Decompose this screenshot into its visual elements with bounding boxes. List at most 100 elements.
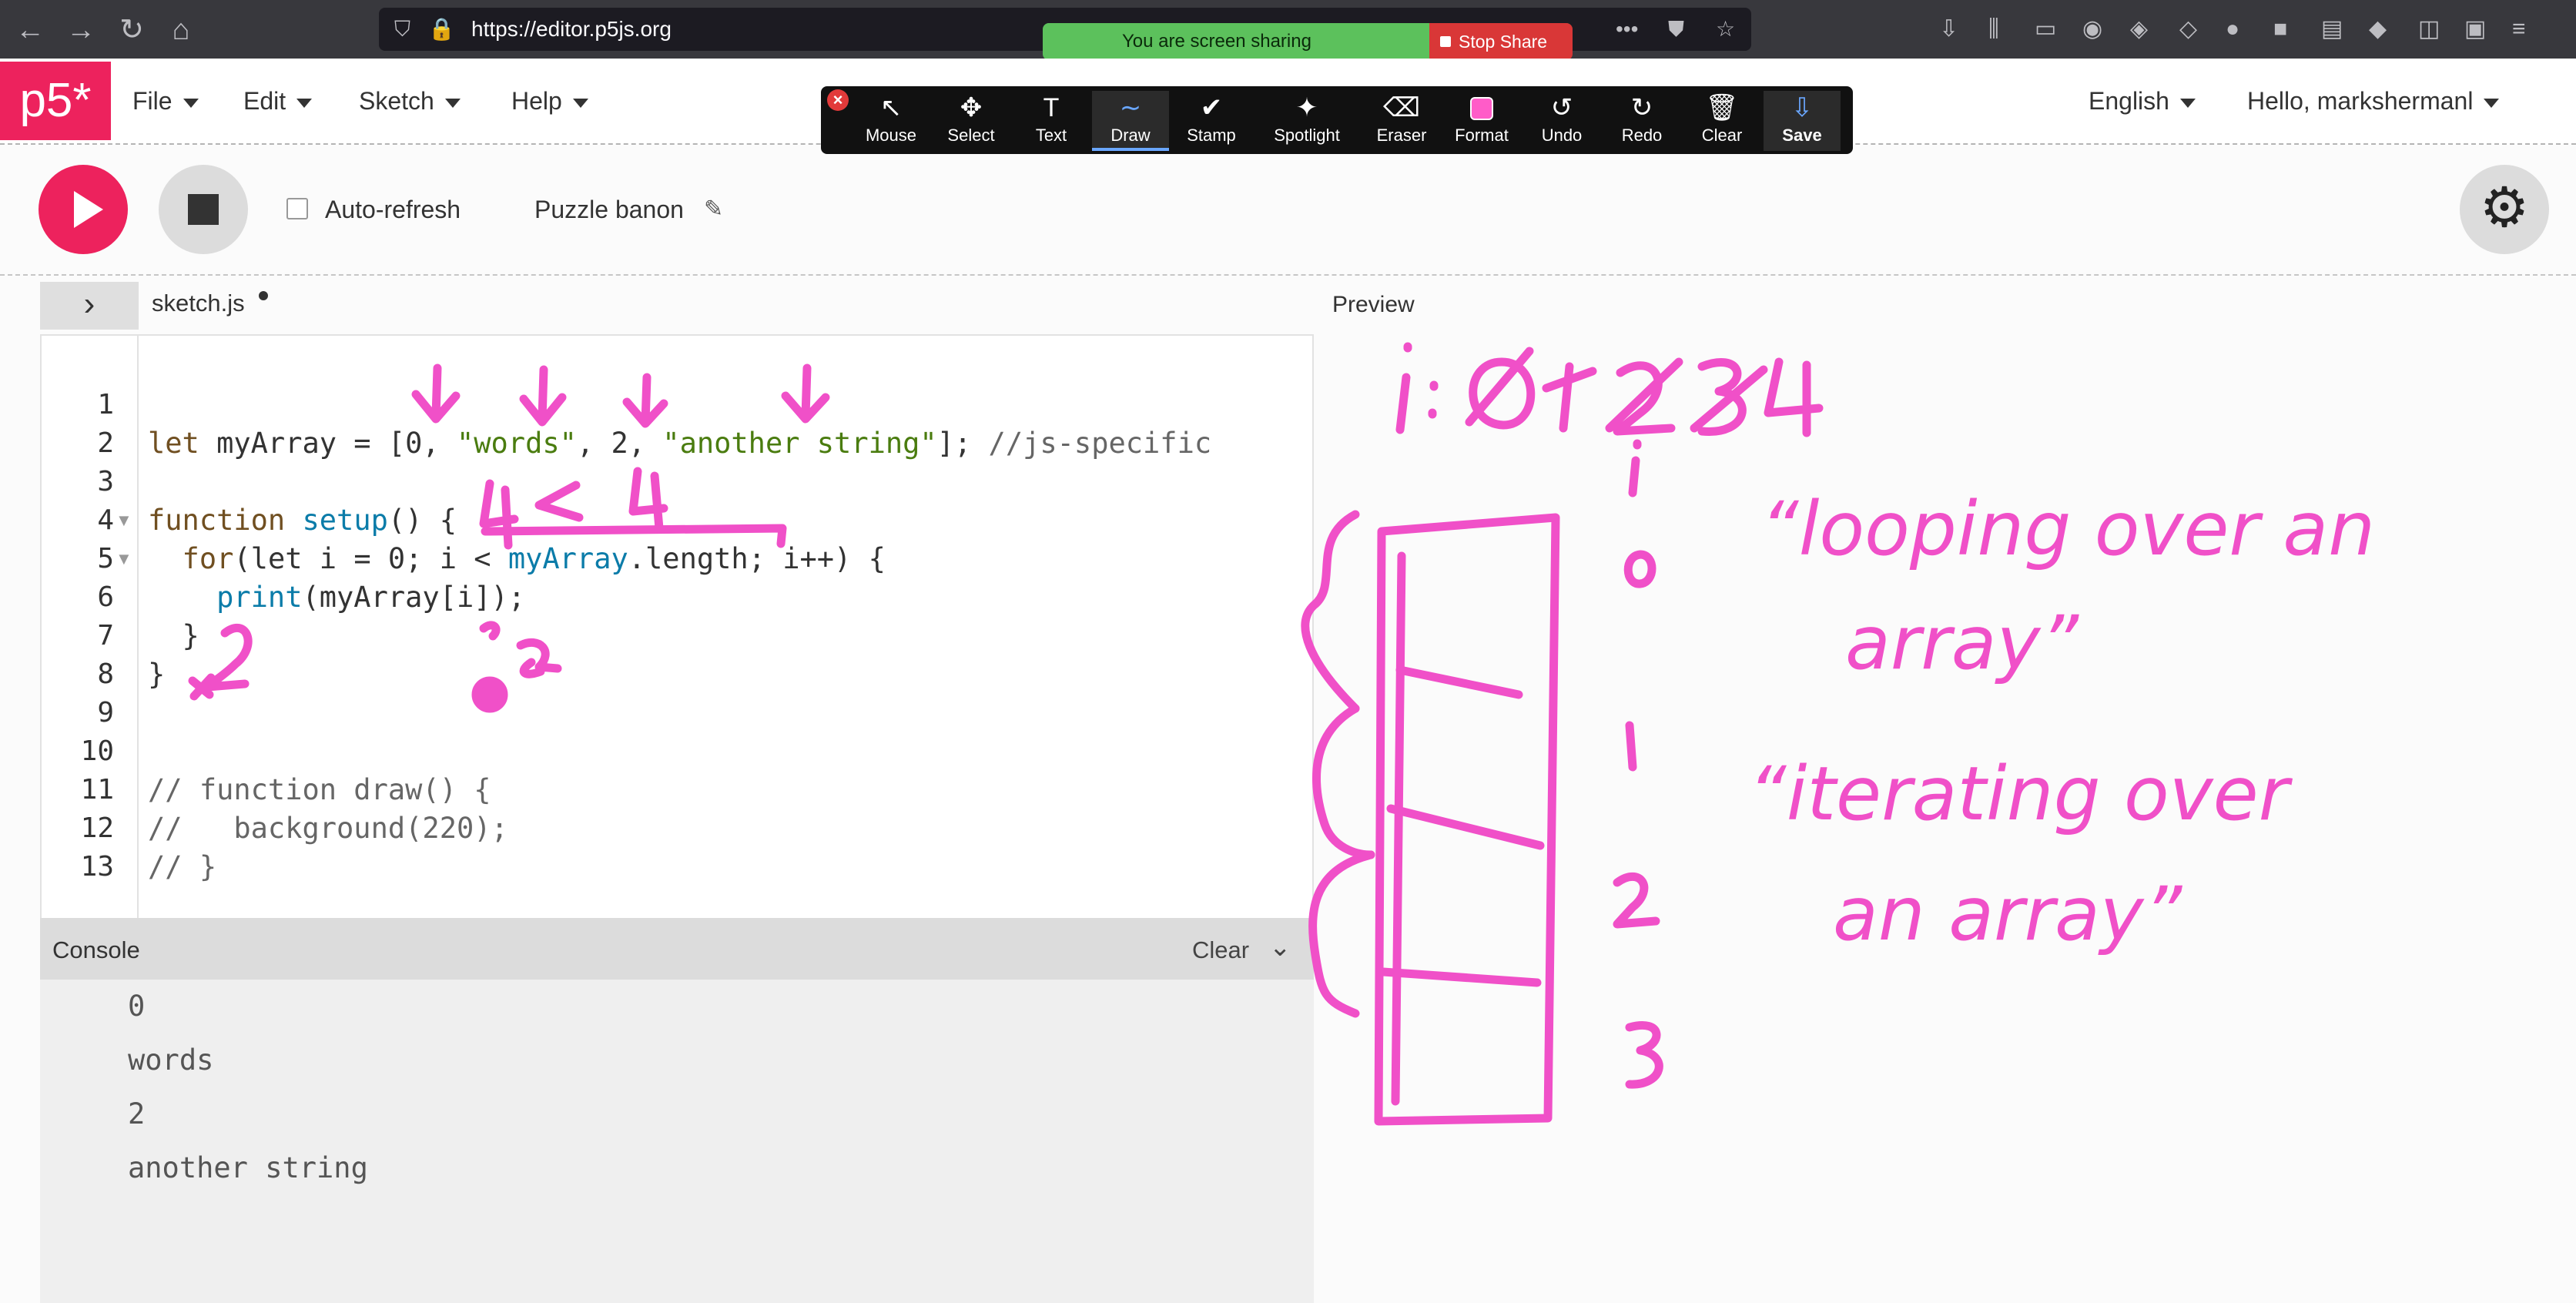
console-line: 2 [128,1097,146,1130]
code-token: //js-specific [988,427,1212,460]
line-number: 5 [97,543,114,574]
console-title: Console [52,936,140,963]
sidebar-icon[interactable]: ▭ [2035,14,2056,45]
tool-draw[interactable]: ∼ Draw [1092,91,1169,151]
extension-icon[interactable]: ◆ [2369,14,2387,45]
eraser-icon: ⌫ [1382,93,1421,122]
shield-icon[interactable]: ⛉ [394,17,410,42]
stop-button[interactable] [159,165,248,254]
library-icon[interactable]: ⫼ [1988,14,1999,45]
annotation-iterating-text: an array” [1833,871,2183,957]
tool-mouse[interactable]: ↖ Mouse [853,91,930,151]
tool-select[interactable]: ✥ Select [933,91,1010,151]
forward-icon[interactable]: → [62,11,100,49]
chevron-down-icon [444,98,461,108]
extension-icon[interactable]: ◇ [2179,14,2197,45]
menu-sketch[interactable]: Sketch [359,82,461,120]
chevron-down-icon [296,98,313,108]
reload-icon[interactable]: ↻ [112,11,151,49]
code-line[interactable]: } [148,655,165,694]
extension-icon[interactable]: ● [2226,14,2239,45]
move-icon: ✥ [960,93,983,122]
code-line[interactable]: // } [148,848,216,886]
file-tab[interactable]: sketch.js [152,286,245,320]
code-token: "another string" [662,427,937,460]
extension-icon[interactable]: ◈ [2130,14,2148,45]
code-token: ]; [936,427,989,460]
line-number: 10 [80,735,114,767]
project-name[interactable]: Puzzle banon [534,194,684,225]
line-number: 8 [97,658,114,690]
tool-text[interactable]: T Text [1013,91,1090,151]
fold-arrow-icon[interactable]: ▼ [116,501,132,540]
tool-redo[interactable]: ↻ Redo [1603,91,1680,151]
back-icon[interactable]: ← [11,11,49,49]
code-line[interactable]: function setup() { [148,501,457,540]
tool-label: Text [1035,126,1067,145]
download-icon[interactable]: ⇩ [1939,14,1958,45]
console-line: another string [128,1151,368,1184]
p5-logo[interactable]: p5* [0,62,111,140]
stop-share-button[interactable]: Stop Share [1429,23,1573,60]
bookmark-star-icon[interactable]: ☆ [1716,17,1735,42]
line-number: 12 [80,812,114,844]
annotation-divider [1395,665,1523,699]
menu-file-label: File [132,87,173,115]
menu-file[interactable]: File [132,82,199,120]
language-menu[interactable]: English [2089,82,2196,120]
code-line[interactable]: // background(220); [148,809,508,848]
code-line[interactable]: print(myArray[i]); [148,578,525,617]
pocket-icon[interactable]: ⛊ [1668,17,1684,42]
gear-icon[interactable]: ⚙ [2460,165,2549,254]
tool-label: Clear [1701,126,1743,145]
code-line[interactable]: for(let i = 0; i < myArray.length; i++) … [148,540,886,578]
tool-spotlight[interactable]: ✦ Spotlight [1268,91,1345,151]
tool-stamp[interactable]: ✔ Stamp [1173,91,1250,151]
tool-clear[interactable]: 🗑 Clear [1683,91,1760,151]
code-line[interactable]: // function draw() { [148,771,491,809]
pencil-icon[interactable]: ✎ [704,194,723,225]
menu-icon[interactable]: ≡ [2512,14,2526,45]
tool-label: Save [1782,126,1822,145]
home-icon[interactable]: ⌂ [162,11,200,49]
annotation-index-0 [1623,550,1656,588]
play-button[interactable] [39,165,128,254]
code-line[interactable]: } [148,617,199,655]
console-clear-button[interactable]: Clear [1192,935,1249,966]
color-swatch-icon [1443,91,1520,125]
code-line[interactable]: let myArray = [0, "words", 2, "another s… [148,424,1211,463]
auto-refresh-checkbox[interactable] [286,198,308,219]
code-token: (myArray[i]); [302,581,526,614]
tool-undo[interactable]: ↺ Undo [1523,91,1600,151]
close-icon[interactable]: × [827,89,849,111]
url-text[interactable]: https://editor.p5js.org [471,15,672,43]
menu-edit[interactable]: Edit [243,82,313,120]
more-icon[interactable]: ••• [1616,17,1638,42]
tool-save[interactable]: ⇩ Save [1764,91,1841,151]
tool-format[interactable]: Format [1443,91,1520,151]
menu-help-label: Help [511,87,562,115]
console-line: 0 [128,990,146,1023]
extension-icon[interactable]: ▤ [2321,14,2343,45]
extension-icon[interactable]: ▣ [2464,14,2486,45]
format-swatch [1470,97,1493,120]
draw-icon: ∼ [1119,93,1142,122]
extension-icon[interactable]: ◫ [2418,14,2440,45]
divider [0,274,2576,276]
account-icon[interactable]: ◉ [2082,14,2102,45]
console-output [40,980,1314,1303]
annotation-colon [1428,380,1439,419]
fold-arrow-icon[interactable]: ▼ [116,540,132,578]
extension-icon[interactable]: ■ [2273,14,2287,45]
tool-eraser[interactable]: ⌫ Eraser [1363,91,1440,151]
tool-label: Stamp [1187,126,1236,145]
menu-help[interactable]: Help [511,82,588,120]
user-menu[interactable]: Hello, markshermanl [2247,82,2500,120]
chevron-down-icon[interactable]: ⌄ [1269,932,1291,963]
annotation-one-crossed [1542,362,1597,433]
lock-icon[interactable]: 🔒 [428,17,455,42]
text-icon: T [1043,93,1060,122]
sidebar-expand-button[interactable]: › [40,282,139,330]
menu-edit-label: Edit [243,87,286,115]
code-token: for [148,542,234,575]
